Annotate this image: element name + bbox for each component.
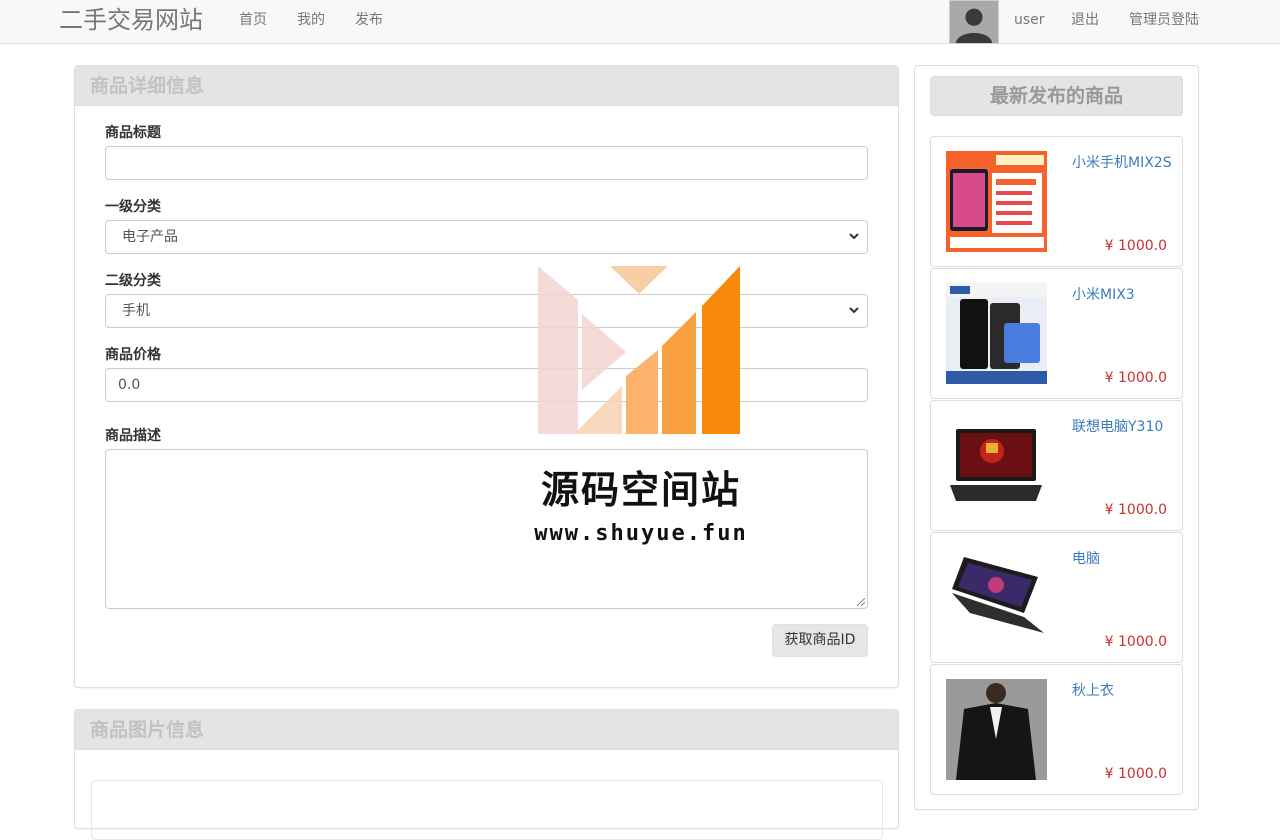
admin-login-link[interactable]: 管理员登陆 (1129, 11, 1199, 29)
product-price: ¥ 1000.0 (1104, 634, 1167, 650)
nav-publish-link[interactable]: 发布 (355, 11, 383, 29)
user-avatar[interactable] (949, 0, 999, 44)
product-detail-panel: 商品详细信息 商品标题 一级分类 电子产品 二级分类 手机 商品价格 0.0 商… (74, 65, 899, 688)
product-thumbnail[interactable] (946, 415, 1047, 516)
product-thumbnail[interactable] (946, 283, 1047, 384)
category2-label: 二级分类 (105, 273, 161, 289)
category1-label: 一级分类 (105, 199, 161, 215)
watermark-url: www.shuyue.fun (534, 521, 748, 546)
latest-products-sidebar: 最新发布的商品 小米手机MIX2S ¥ 1000.0 小米MIX3 ¥ 1000… (914, 65, 1199, 810)
detail-panel-heading: 商品详细信息 (75, 66, 898, 106)
category2-select[interactable]: 手机 (105, 294, 868, 328)
product-thumbnail[interactable] (946, 547, 1047, 648)
product-card[interactable]: 秋上衣 ¥ 1000.0 (930, 664, 1183, 795)
resize-grip-icon[interactable] (857, 598, 865, 606)
nav-home-link[interactable]: 首页 (239, 11, 267, 29)
chevron-down-icon (849, 307, 859, 314)
price-input[interactable]: 0.0 (105, 368, 868, 402)
top-navbar: 二手交易网站 首页 我的 发布 user 退出 管理员登陆 (0, 0, 1280, 44)
title-input[interactable] (105, 146, 868, 180)
category1-selected-value: 电子产品 (122, 229, 178, 245)
product-price: ¥ 1000.0 (1104, 238, 1167, 254)
image-upload-area[interactable] (91, 780, 883, 840)
logout-link[interactable]: 退出 (1071, 11, 1099, 29)
product-name-link[interactable]: 小米MIX3 (1072, 285, 1172, 305)
product-card[interactable]: 小米手机MIX2S ¥ 1000.0 (930, 136, 1183, 267)
avatar-silhouette-icon (950, 1, 998, 43)
category1-select[interactable]: 电子产品 (105, 220, 868, 254)
product-image-panel: 商品图片信息 (74, 709, 899, 840)
nav-mine-link[interactable]: 我的 (297, 11, 325, 29)
laptop-image-icon (946, 415, 1047, 516)
chevron-down-icon (849, 233, 859, 240)
image-panel-heading: 商品图片信息 (75, 710, 898, 750)
watermark-title: 源码空间站 (540, 468, 741, 512)
product-price: ¥ 1000.0 (1104, 502, 1167, 518)
product-card[interactable]: 电脑 ¥ 1000.0 (930, 532, 1183, 663)
product-name-link[interactable]: 小米手机MIX2S (1072, 153, 1172, 173)
sidebar-heading: 最新发布的商品 (930, 76, 1183, 116)
title-label: 商品标题 (105, 125, 161, 141)
category2-selected-value: 手机 (122, 303, 150, 319)
get-product-id-button[interactable]: 获取商品ID (772, 624, 868, 657)
product-price: ¥ 1000.0 (1104, 370, 1167, 386)
site-brand[interactable]: 二手交易网站 (59, 4, 203, 36)
product-card[interactable]: 小米MIX3 ¥ 1000.0 (930, 268, 1183, 399)
phone-promo-image-icon (946, 151, 1047, 252)
product-name-link[interactable]: 联想电脑Y310 (1072, 417, 1172, 437)
product-name-link[interactable]: 秋上衣 (1072, 681, 1172, 701)
description-label: 商品描述 (105, 428, 161, 444)
laptop-image-icon (946, 547, 1047, 648)
product-name-link[interactable]: 电脑 (1072, 549, 1172, 569)
price-label: 商品价格 (105, 347, 161, 363)
product-card[interactable]: 联想电脑Y310 ¥ 1000.0 (930, 400, 1183, 531)
phone-image-icon (946, 283, 1047, 384)
product-thumbnail[interactable] (946, 151, 1047, 252)
username-link[interactable]: user (1014, 11, 1045, 29)
watermark-logo-icon (538, 266, 740, 434)
product-thumbnail[interactable] (946, 679, 1047, 780)
jacket-image-icon (946, 679, 1047, 780)
product-price: ¥ 1000.0 (1104, 766, 1167, 782)
